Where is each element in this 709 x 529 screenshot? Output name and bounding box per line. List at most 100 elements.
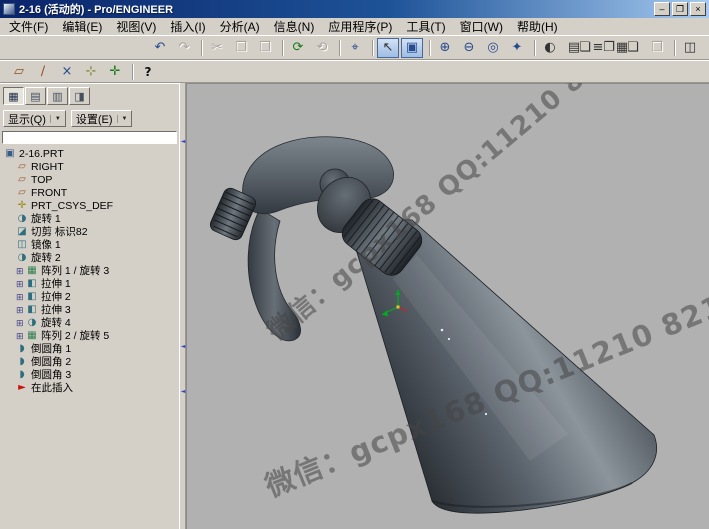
window-icon-4[interactable]: ❒ [646, 38, 668, 58]
revolve-icon: ◑ [16, 213, 28, 224]
tree-item[interactable]: ⊞ ◧ 拉伸 3 [4, 303, 179, 316]
expander-icon[interactable]: ⊞ [16, 318, 26, 328]
toolbar-window-group: ❏❐❑❒ ◫⊞ [573, 37, 709, 59]
window-icon-6[interactable]: ⊞ [703, 38, 709, 58]
tab-favorites[interactable]: ▥ [47, 87, 68, 105]
tree-item-label: 在此插入 [31, 380, 73, 395]
spin-center-toggle-icon[interactable]: ✛ [104, 62, 126, 82]
menu-item[interactable]: 文件(F) [2, 17, 55, 36]
part-icon: ▣ [4, 148, 16, 159]
paste-icon[interactable]: ❒ [254, 38, 276, 58]
extrude-icon: ◧ [26, 291, 38, 302]
tree-item[interactable]: ▱ FRONT [4, 186, 179, 199]
repaint-icon[interactable]: ✦ [506, 38, 528, 58]
show-dropdown-button[interactable]: 显示(Q) ▼ [3, 110, 66, 127]
tree-item-label: RIGHT [31, 161, 64, 173]
settings-dropdown-button[interactable]: 设置(E) ▼ [71, 110, 133, 127]
menu-item[interactable]: 工具(T) [399, 17, 452, 36]
window-icon-1[interactable]: ❏ [574, 38, 596, 58]
zoom-in-icon[interactable]: ⊕ [434, 38, 456, 58]
datum-plane-icon: ▱ [16, 187, 28, 198]
tree-item[interactable]: ► 在此插入 [4, 381, 179, 394]
cut-icon[interactable]: ✂ [206, 38, 228, 58]
zoom-out-icon[interactable]: ⊖ [458, 38, 480, 58]
expander-icon[interactable]: ⊞ [16, 279, 26, 289]
tree-item[interactable]: ▱ TOP [4, 173, 179, 186]
copy-icon[interactable]: ❐ [230, 38, 252, 58]
menu-item[interactable]: 编辑(E) [55, 17, 109, 36]
regen-manager-icon[interactable]: ⟲ [311, 38, 333, 58]
undo-icon[interactable]: ↶ [149, 38, 171, 58]
menu-item[interactable]: 视图(V) [109, 17, 163, 36]
title-bar: 2-16 (活动的) - Pro/ENGINEER – ❐ × [0, 0, 709, 18]
extrude-icon: ◧ [26, 278, 38, 289]
menu-bar: 文件(F)编辑(E)视图(V)插入(I)分析(A)信息(N)应用程序(P)工具(… [0, 18, 709, 35]
minimize-button[interactable]: – [654, 2, 670, 16]
menu-item[interactable]: 应用程序(P) [321, 17, 399, 36]
tree-item[interactable]: ⊞ ▦ 阵列 1 / 旋转 3 [4, 264, 179, 277]
dropdown-arrow-icon: ▼ [117, 115, 128, 123]
window-icon-3[interactable]: ❑ [622, 38, 644, 58]
round-icon: ◗ [16, 356, 28, 367]
window-icon-2[interactable]: ❐ [598, 38, 620, 58]
round-icon: ◗ [16, 343, 28, 354]
menu-item[interactable]: 窗口(W) [453, 17, 510, 36]
tab-model-tree[interactable]: ▦ [3, 87, 24, 105]
tree-item-label: FRONT [31, 187, 67, 199]
csys-toggle-icon[interactable]: ⊹ [80, 62, 102, 82]
context-help-icon[interactable]: ? [137, 62, 159, 82]
app-logo-icon [3, 3, 15, 15]
tree-item-label: PRT_CSYS_DEF [31, 200, 113, 212]
insert-here-icon: ► [16, 382, 28, 393]
cut-feature-icon: ◪ [16, 226, 28, 237]
menu-item[interactable]: 插入(I) [163, 17, 212, 36]
toolbar-datum-display: ▱∕×⊹✛? [0, 60, 709, 83]
tree-item-label: 2-16.PRT [19, 148, 64, 160]
csys-icon: ✛ [16, 200, 28, 211]
tab-connections[interactable]: ◨ [69, 87, 90, 105]
navigator-panel: ▦▤▥◨ 显示(Q) ▼ 设置(E) ▼ ▣ 2-16.PRT [0, 83, 179, 529]
window-icon-5[interactable]: ◫ [679, 38, 701, 58]
tree-item[interactable]: ▣ 2-16.PRT [4, 147, 179, 160]
model-tree: ▣ 2-16.PRT ▱ RIGHT ▱ TOP ▱ [0, 145, 179, 394]
shade-icon[interactable]: ◐ [539, 38, 561, 58]
mirror-icon: ◫ [16, 239, 28, 250]
maximize-button[interactable]: ❐ [672, 2, 688, 16]
window-controls: – ❐ × [654, 2, 706, 16]
refit-icon[interactable]: ◎ [482, 38, 504, 58]
tree-item[interactable]: ⊞ ◧ 拉伸 2 [4, 290, 179, 303]
menu-item[interactable]: 信息(N) [267, 17, 322, 36]
select-arrow-icon[interactable]: ↖ [377, 38, 399, 58]
menu-item[interactable]: 分析(A) [213, 17, 267, 36]
pattern-icon: ▦ [26, 330, 38, 341]
datum-plane-icon: ▱ [16, 161, 28, 172]
close-button[interactable]: × [690, 2, 706, 16]
graphics-area[interactable]: 微信：gcpx168 QQ:11210 82190 微信：gcpx168 QQ:… [186, 83, 709, 529]
tab-folder-browser[interactable]: ▤ [25, 87, 46, 105]
datum-point-toggle-icon[interactable]: × [56, 62, 78, 82]
round-icon: ◗ [16, 369, 28, 380]
menu-item[interactable]: 帮助(H) [510, 17, 565, 36]
expander-icon[interactable]: ⊞ [16, 266, 26, 276]
panel-splitter[interactable]: ◄ ◄ ◄ [179, 83, 186, 529]
search-icon[interactable]: ⌖ [344, 38, 366, 58]
dropdown-arrow-icon: ▼ [50, 115, 61, 123]
tree-item[interactable]: ▱ RIGHT [4, 160, 179, 173]
datum-plane-toggle-icon[interactable]: ▱ [8, 62, 30, 82]
expander-icon[interactable]: ⊞ [16, 305, 26, 315]
application-window: 2-16 (活动的) - Pro/ENGINEER – ❐ × 文件(F)编辑(… [0, 0, 709, 529]
tree-item[interactable]: ⊞ ◧ 拉伸 1 [4, 277, 179, 290]
tree-item-label: TOP [31, 174, 52, 186]
smart-filter-icon[interactable]: ▣ [401, 38, 423, 58]
pattern-icon: ▦ [26, 265, 38, 276]
extrude-icon: ◧ [26, 304, 38, 315]
expander-icon[interactable]: ⊞ [16, 292, 26, 302]
spray-bottle-3d-model [186, 83, 709, 529]
regenerate-icon[interactable]: ⟳ [287, 38, 309, 58]
redo-icon[interactable]: ↷ [173, 38, 195, 58]
tree-controls: 显示(Q) ▼ 设置(E) ▼ [0, 107, 179, 128]
expander-icon[interactable]: ⊞ [16, 331, 26, 341]
datum-axis-toggle-icon[interactable]: ∕ [32, 62, 54, 82]
revolve-icon: ◑ [16, 252, 28, 263]
tree-header-bar [2, 131, 177, 144]
